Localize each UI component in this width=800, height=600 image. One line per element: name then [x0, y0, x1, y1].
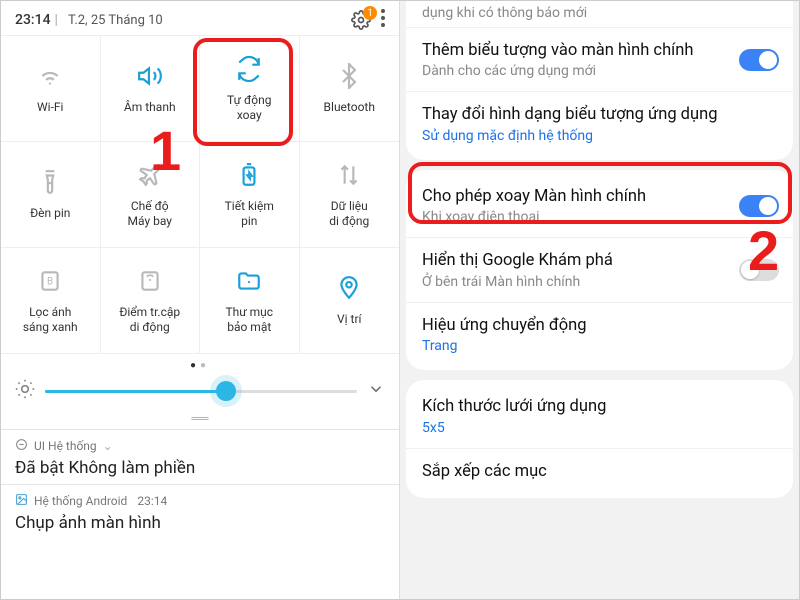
setting-add-homescreen-icon[interactable]: Thêm biểu tượng vào màn hình chính Dành … [406, 27, 793, 91]
qs-bluetooth[interactable]: Bluetooth [300, 36, 400, 142]
rotate-icon [236, 55, 262, 83]
folder-lock-icon [236, 267, 262, 295]
minus-circle-icon [15, 438, 28, 454]
quick-settings-grid: Wi-Fi Âm thanh Tự động xoay Bluetooth Đè… [1, 35, 399, 354]
qs-hotspot[interactable]: Điểm tr.cập di động [101, 248, 201, 354]
brightness-row [1, 373, 399, 411]
qs-wifi[interactable]: Wi-Fi [1, 36, 101, 142]
svg-text:B: B [47, 276, 53, 287]
hotspot-icon [137, 267, 163, 295]
qs-secure-folder[interactable]: Thư mục bảo mật [200, 248, 300, 354]
wifi-icon [37, 62, 63, 90]
page-indicator: ●● [1, 354, 399, 373]
notification-screenshot[interactable]: Hệ thống Android23:14 Chụp ảnh màn hình [1, 484, 399, 539]
flashlight-icon [37, 168, 63, 196]
qs-battery-saver[interactable]: Tiết kiệm pin [200, 142, 300, 248]
bluetooth-icon [336, 62, 362, 90]
toggle-on[interactable] [739, 195, 779, 217]
quick-settings-panel: 23:14 | T.2, 25 Tháng 10 1 Wi-Fi Âm than… [1, 1, 400, 599]
location-icon [336, 274, 362, 302]
setting-grid-size[interactable]: Kích thước lưới ứng dụng 5x5 [406, 384, 793, 447]
status-time: 23:14 [15, 12, 51, 28]
qs-auto-rotate[interactable]: Tự động xoay [200, 36, 300, 142]
setting-rotate-home[interactable]: Cho phép xoay Màn hình chính Khi xoay đi… [406, 174, 793, 237]
settings-gear-icon[interactable]: 1 [351, 10, 371, 30]
status-date: T.2, 25 Tháng 10 [68, 13, 163, 28]
qs-location[interactable]: Vị trí [300, 248, 400, 354]
bluelight-icon: B [37, 267, 63, 295]
qs-flashlight[interactable]: Đèn pin [1, 142, 101, 248]
qs-airplane[interactable]: Chế độ Máy bay [101, 142, 201, 248]
airplane-icon [137, 161, 163, 189]
more-icon[interactable] [381, 9, 385, 31]
sound-icon [137, 62, 163, 90]
setting-transition[interactable]: Hiệu ứng chuyển động Trang [406, 302, 793, 366]
setting-icon-shape[interactable]: Thay đổi hình dạng biểu tượng ứng dụng S… [406, 91, 793, 155]
toggle-off[interactable] [739, 259, 779, 281]
data-icon [336, 161, 362, 189]
battery-icon [236, 161, 262, 189]
qs-mobile-data[interactable]: Dữ liệu di động [300, 142, 400, 248]
image-icon [15, 493, 28, 509]
notification-badge: 1 [363, 6, 377, 20]
home-settings-panel: dụng khi có thông báo mới Thêm biểu tượn… [400, 1, 799, 599]
setting-cut-row: dụng khi có thông báo mới [406, 1, 793, 27]
expand-brightness-icon[interactable] [367, 380, 385, 402]
toggle-on[interactable] [739, 49, 779, 71]
chevron-down-icon: ⌄ [103, 439, 113, 453]
status-bar: 23:14 | T.2, 25 Tháng 10 1 [1, 1, 399, 35]
notification-dnd[interactable]: UI Hệ thống ⌄ Đã bật Không làm phiền [1, 429, 399, 484]
brightness-icon [15, 379, 35, 403]
qs-sound[interactable]: Âm thanh [101, 36, 201, 142]
drag-handle-icon[interactable]: ══ [1, 411, 399, 429]
setting-google-discover[interactable]: Hiển thị Google Khám phá Ở bên trái Màn … [406, 237, 793, 301]
qs-blue-light[interactable]: BLọc ánh sáng xanh [1, 248, 101, 354]
setting-sort-items[interactable]: Sắp xếp các mục [406, 448, 793, 494]
brightness-slider[interactable] [45, 379, 357, 403]
